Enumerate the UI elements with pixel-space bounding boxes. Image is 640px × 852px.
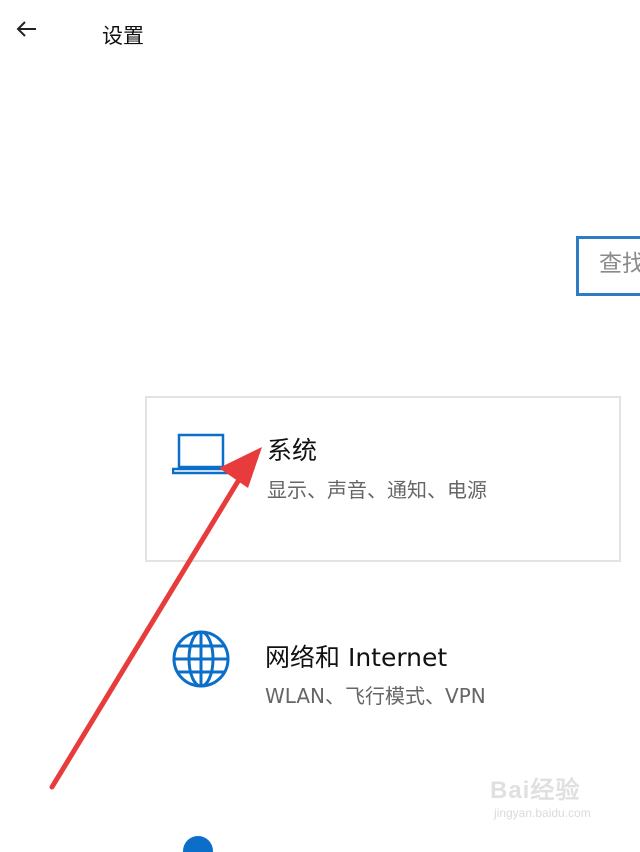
baidu-jingyan-watermark: Bai经验 jingyan.baidu.com — [490, 770, 610, 830]
category-description: 显示、声音、通知、电源 — [267, 478, 487, 502]
watermark-url: jingyan.baidu.com — [494, 806, 591, 820]
category-description: WLAN、飞行模式、VPN — [265, 684, 486, 708]
search-box[interactable] — [576, 236, 640, 296]
watermark-logo: Bai经验 — [490, 777, 581, 804]
globe-icon — [170, 628, 232, 694]
next-category-icon[interactable] — [183, 836, 213, 852]
back-button[interactable] — [12, 14, 42, 44]
back-arrow-icon — [16, 21, 36, 37]
search-input[interactable] — [599, 251, 640, 277]
category-title: 系统 — [267, 436, 318, 465]
category-title: 网络和 Internet — [265, 643, 448, 672]
category-tile-network[interactable]: 网络和 Internet WLAN、飞行模式、VPN — [145, 600, 621, 740]
laptop-icon — [171, 433, 232, 481]
category-tile-system[interactable]: 系统 显示、声音、通知、电源 — [145, 396, 621, 562]
page-title: 设置 — [102, 24, 144, 48]
